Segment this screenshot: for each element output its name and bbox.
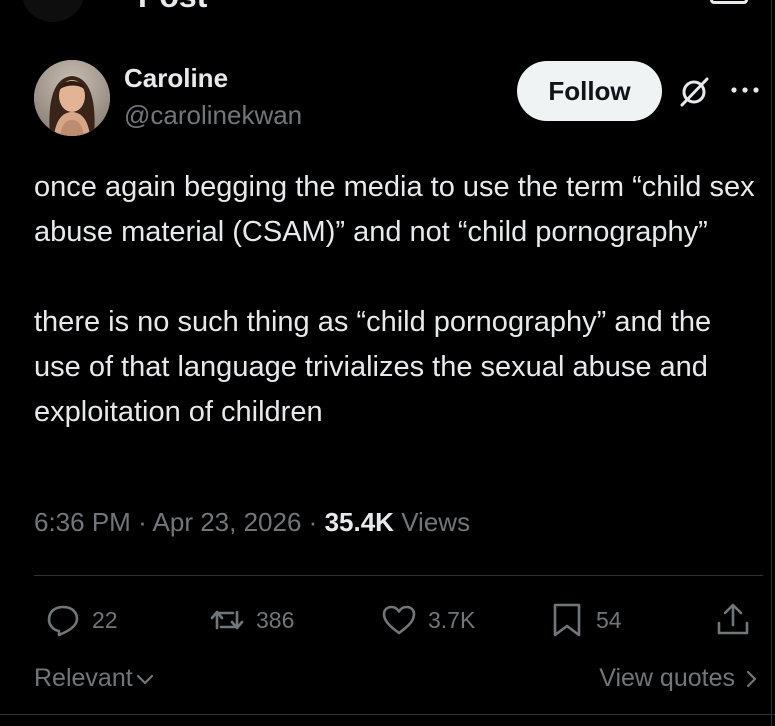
back-button[interactable]: [22, 0, 84, 22]
reply-button[interactable]: 22: [44, 598, 118, 642]
post-paragraph: once again begging the media to use the …: [34, 171, 755, 248]
page-title: Post: [138, 0, 207, 15]
share-button[interactable]: [714, 598, 752, 642]
views-label[interactable]: Views: [401, 507, 470, 537]
view-quotes-label: View quotes: [599, 664, 735, 692]
post-date[interactable]: Apr 23, 2026: [153, 507, 302, 537]
avatar[interactable]: [34, 60, 110, 136]
chevron-right-icon: [746, 670, 757, 687]
post-meta: 6:36 PM · Apr 23, 2026 · 35.4K Views: [34, 507, 470, 538]
meta-separator: ·: [138, 507, 147, 537]
more-icon[interactable]: [729, 82, 761, 98]
follow-button[interactable]: Follow: [517, 61, 662, 121]
top-bar: Post: [0, 0, 775, 24]
meta-separator: ·: [308, 507, 318, 537]
sort-replies-button[interactable]: Relevant: [34, 664, 155, 693]
column-border: [771, 0, 772, 726]
views-count[interactable]: 35.4K: [325, 507, 394, 537]
reply-icon: [47, 605, 79, 637]
like-button[interactable]: 3.7K: [380, 598, 475, 642]
share-icon: [717, 603, 749, 635]
avatar-image: [34, 60, 110, 136]
view-quotes-link[interactable]: View quotes: [599, 664, 761, 693]
grok-icon[interactable]: [678, 76, 710, 108]
reply-settings-icon[interactable]: [710, 0, 748, 4]
post-time[interactable]: 6:36 PM: [34, 507, 131, 537]
author-handle[interactable]: @carolinekwan: [124, 100, 302, 131]
like-icon: [382, 605, 416, 635]
author-name[interactable]: Caroline: [124, 63, 228, 94]
like-count: 3.7K: [428, 606, 476, 633]
divider: [34, 575, 763, 576]
repost-count: 386: [256, 606, 295, 633]
bookmark-icon: [553, 603, 581, 637]
post-text: once again begging the media to use the …: [34, 165, 764, 435]
chevron-down-icon: [136, 674, 153, 684]
bookmark-button[interactable]: 54: [548, 598, 622, 642]
reply-count: 22: [92, 606, 118, 633]
post-paragraph: there is no such thing as “child pornogr…: [34, 306, 712, 428]
sort-label: Relevant: [34, 664, 133, 692]
repost-button[interactable]: 386: [208, 598, 294, 642]
divider: [0, 714, 775, 715]
repost-icon: [210, 610, 244, 630]
bookmark-count: 54: [596, 606, 622, 633]
